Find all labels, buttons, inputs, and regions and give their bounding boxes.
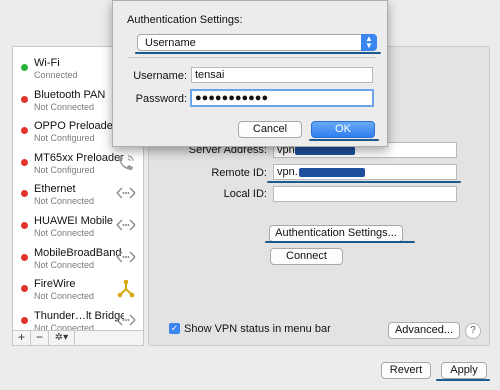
status-dot-icon: [21, 190, 28, 198]
status-dot-icon: [21, 64, 28, 71]
service-status: Not Configured: [34, 133, 95, 144]
help-button[interactable]: ?: [465, 323, 481, 339]
service-name: Ethernet: [34, 183, 76, 196]
sheet-title: Authentication Settings:: [127, 14, 243, 26]
status-dot-icon: [21, 222, 28, 229]
redaction-mark: [295, 146, 355, 155]
remote-id-value: vpn.: [277, 166, 298, 178]
remote-id-label: Remote ID:: [211, 167, 267, 179]
status-dot-icon: [21, 127, 28, 135]
connect-button[interactable]: Connect: [270, 248, 343, 265]
apply-button[interactable]: Apply: [441, 362, 487, 379]
service-name: Thunder…lt Bridge: [34, 309, 124, 322]
username-field[interactable]: tensai: [191, 67, 373, 83]
advanced-button[interactable]: Advanced...: [388, 322, 460, 339]
annotation-underline: [265, 241, 415, 243]
network-arrows-icon: [115, 311, 137, 332]
network-arrows-icon: [115, 216, 137, 237]
annotation-underline: [135, 52, 381, 54]
authentication-method-value: Username: [145, 37, 196, 49]
service-name: Bluetooth PAN: [34, 88, 106, 101]
password-value: ●●●●●●●●●●●: [195, 92, 269, 104]
status-dot-icon: [21, 95, 28, 103]
authentication-settings-button[interactable]: Authentication Settings...: [269, 225, 403, 242]
annotation-underline: [436, 379, 490, 381]
status-dot-icon: [21, 316, 28, 324]
service-name: Wi-Fi: [34, 57, 60, 69]
show-vpn-status-checkbox[interactable]: ✓: [169, 323, 180, 334]
username-label: Username:: [133, 70, 187, 82]
service-list-toolbar: + − ✲▾: [12, 330, 144, 346]
password-label: Password:: [135, 93, 187, 105]
service-status: Not Connected: [34, 291, 95, 302]
service-item[interactable]: MT65xx Preloader Not Configured: [13, 147, 143, 178]
annotation-underline: [267, 181, 461, 183]
network-arrows-icon: [115, 184, 137, 205]
service-item[interactable]: Ethernet Not Connected: [13, 178, 143, 209]
ok-button[interactable]: OK: [311, 121, 375, 138]
local-id-field[interactable]: [273, 186, 457, 202]
add-service-button[interactable]: +: [13, 331, 31, 345]
service-item[interactable]: FireWire Not Connected: [13, 273, 143, 304]
status-dot-icon: [21, 285, 28, 293]
phone-icon: [115, 153, 137, 176]
password-field[interactable]: ●●●●●●●●●●●: [190, 89, 374, 107]
status-dot-icon: [21, 253, 28, 261]
local-id-label: Local ID:: [223, 188, 267, 200]
service-name: FireWire: [34, 278, 76, 291]
network-arrows-icon: [115, 248, 137, 269]
divider: [127, 57, 377, 58]
service-item[interactable]: HUAWEI Mobile Not Connected: [13, 210, 143, 241]
service-name: MobileBroadBand: [34, 246, 122, 259]
username-value: tensai: [195, 69, 225, 81]
service-status: Not Connected: [34, 228, 95, 238]
service-status: Not Connected: [34, 101, 95, 112]
revert-button[interactable]: Revert: [381, 362, 431, 379]
chevron-updown-icon: ▲ ▼: [361, 34, 377, 51]
annotation-underline: [309, 139, 379, 141]
redaction-mark: [299, 168, 365, 177]
cancel-button[interactable]: Cancel: [238, 121, 302, 138]
gear-menu-button[interactable]: ✲▾: [49, 331, 75, 345]
service-status: Not Configured: [34, 164, 95, 175]
service-item[interactable]: MobileBroadBand Not Connected: [13, 242, 143, 273]
service-status: Not Connected: [34, 259, 95, 270]
authentication-method-select[interactable]: Username ▲ ▼: [137, 34, 377, 51]
service-name: MT65xx Preloader: [34, 151, 124, 164]
show-vpn-status-label: Show VPN status in menu bar: [184, 323, 331, 335]
service-status: Connected: [34, 70, 78, 80]
authentication-settings-sheet: Authentication Settings: Username ▲ ▼ Use…: [112, 0, 388, 147]
firewire-icon: [115, 279, 137, 302]
service-name: OPPO Preloader: [34, 120, 117, 133]
service-name: HUAWEI Mobile: [34, 215, 114, 227]
remove-service-button[interactable]: −: [31, 331, 49, 345]
status-dot-icon: [21, 158, 28, 166]
service-status: Not Connected: [34, 196, 95, 207]
